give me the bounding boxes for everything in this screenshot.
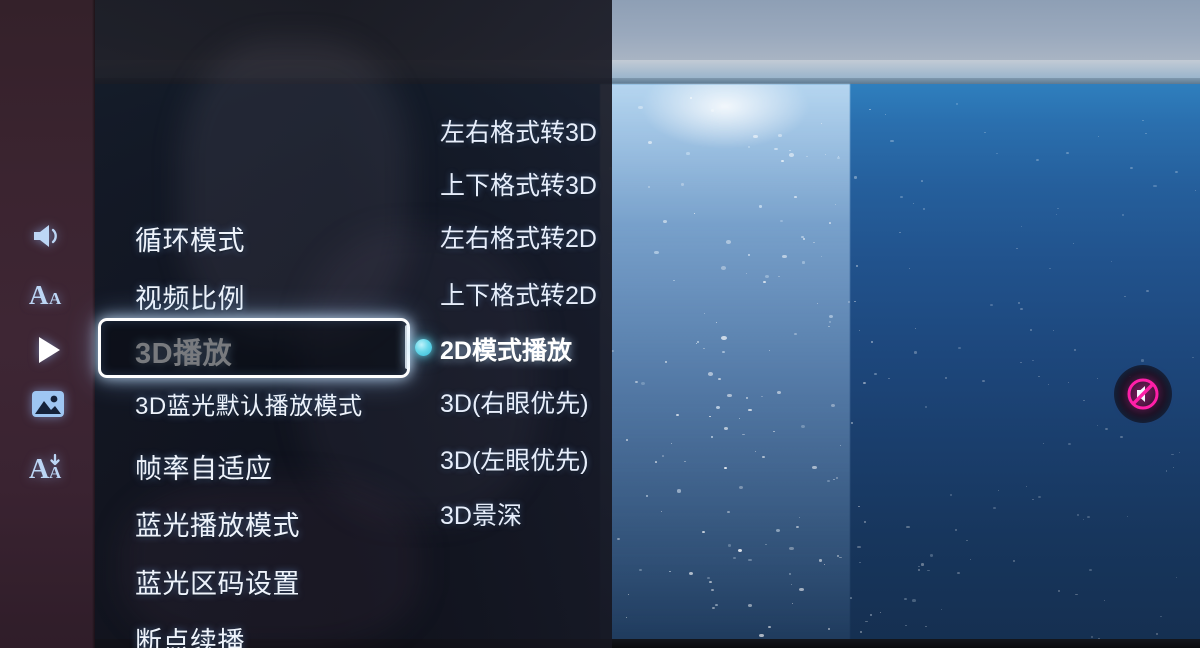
menu-item[interactable]: 蓝光区码设置 bbox=[135, 562, 300, 601]
menu-item[interactable]: 帧率自适应 bbox=[135, 447, 273, 486]
menu-item[interactable]: 循环模式 bbox=[135, 219, 245, 258]
svg-text:A: A bbox=[49, 463, 62, 482]
menu-item[interactable]: 3D蓝光默认播放模式 bbox=[135, 386, 363, 421]
speaker-volume-icon bbox=[31, 221, 65, 251]
menu-item[interactable]: 断点续播 bbox=[135, 620, 245, 648]
submenu-item[interactable]: 上下格式转3D bbox=[440, 166, 597, 202]
font-size-aa-icon: AA bbox=[29, 279, 67, 309]
menu-item[interactable]: 视频比例 bbox=[135, 277, 245, 316]
submenu-item[interactable]: 3D景深 bbox=[440, 496, 522, 532]
mute-status-badge bbox=[1114, 365, 1172, 423]
menu-item[interactable]: 蓝光播放模式 bbox=[135, 504, 300, 543]
submenu-selected-dot-icon bbox=[415, 339, 432, 356]
submenu-item[interactable]: 左右格式转2D bbox=[440, 219, 597, 255]
rail-icon-audio[interactable] bbox=[18, 213, 78, 259]
svg-text:A: A bbox=[29, 280, 49, 309]
rail-icon-subtitle[interactable]: AA bbox=[18, 271, 78, 317]
rail-icon-subtitle-download[interactable]: AA bbox=[18, 444, 78, 490]
settings-icon-rail[interactable]: AAAA bbox=[0, 0, 95, 648]
svg-text:A: A bbox=[49, 289, 62, 308]
settings-submenu-column[interactable]: 左右格式转3D 上下格式转3D 左右格式转2D 上下格式转2D 2D模式播放 3D(右眼优… bbox=[405, 0, 612, 648]
rail-icon-playback[interactable] bbox=[18, 327, 78, 373]
mute-speaker-icon bbox=[1127, 378, 1159, 410]
submenu-item[interactable]: 上下格式转2D bbox=[440, 276, 597, 312]
video-sun-glitter bbox=[600, 84, 850, 648]
submenu-item[interactable]: 3D(右眼优先) bbox=[440, 384, 589, 420]
svg-text:A: A bbox=[29, 454, 50, 483]
submenu-focus-edge bbox=[405, 325, 409, 369]
play-triangle-icon bbox=[31, 333, 65, 367]
picture-image-icon bbox=[30, 388, 66, 420]
submenu-item[interactable]: 3D(左眼优先) bbox=[440, 441, 589, 477]
submenu-item[interactable]: 左右格式转3D bbox=[440, 113, 597, 149]
subtitle-download-icon: AA bbox=[29, 451, 67, 483]
tv-screen: AAAA 循环模式视频比例3D播放3D蓝光默认播放模式帧率自适应蓝光播放模式蓝光… bbox=[0, 0, 1200, 648]
selection-highlight-box bbox=[98, 318, 410, 378]
submenu-item[interactable]: 2D模式播放 bbox=[440, 331, 572, 367]
rail-icon-picture[interactable] bbox=[18, 381, 78, 427]
